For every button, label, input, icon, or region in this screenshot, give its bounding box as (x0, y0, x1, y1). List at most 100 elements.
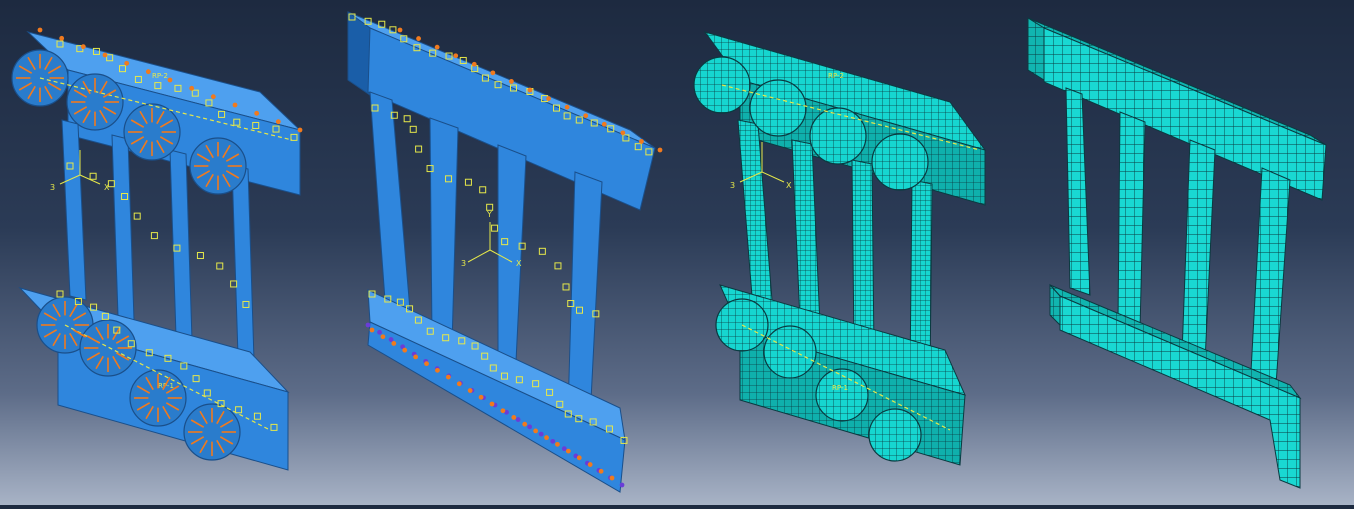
load-point-icon (544, 435, 549, 441)
constraint-marker-icon (538, 247, 546, 255)
constraint-marker-icon (409, 125, 417, 133)
load-point-icon (522, 421, 528, 427)
boundary-condition-icon (550, 438, 556, 444)
boundary-condition-icon (377, 329, 382, 335)
column-mesh (1117, 111, 1146, 331)
load-point-icon (490, 70, 496, 76)
load-point-icon (369, 327, 375, 333)
column (429, 117, 459, 346)
constraint-marker-icon (415, 145, 423, 153)
panel-meshed-frame (1027, 17, 1327, 489)
constraint-marker-icon (196, 252, 204, 260)
load-point-icon (533, 428, 539, 434)
column (111, 134, 135, 321)
load-point-icon (435, 367, 440, 373)
triad-x-label: X (516, 259, 522, 268)
column-mesh (1181, 139, 1216, 363)
load-point-icon (145, 69, 151, 75)
load-point-icon (275, 119, 281, 125)
triad-z-label: 3 (461, 259, 466, 268)
load-point-icon (210, 94, 216, 100)
load-point-icon (413, 354, 419, 360)
constraint-marker-icon (479, 186, 487, 194)
boundary-condition-icon (388, 337, 394, 342)
load-point-icon (102, 52, 108, 58)
column-mesh (851, 159, 875, 353)
reference-point-label: RP-2 (152, 72, 168, 80)
constraint-marker-icon (554, 262, 562, 270)
load-point-icon (576, 455, 582, 461)
load-point-icon (511, 415, 517, 420)
load-point-icon (456, 381, 462, 387)
load-point-icon (598, 468, 604, 474)
load-point-icon (657, 147, 663, 153)
triad-x-label: X (104, 183, 110, 192)
column (497, 144, 527, 383)
boundary-condition-icon (515, 417, 521, 422)
column (567, 171, 603, 421)
constraint-marker-icon (403, 115, 411, 123)
load-point-icon (167, 77, 173, 83)
triad-y-label: Y (486, 210, 492, 219)
column-mesh (1249, 167, 1291, 401)
load-point-icon (527, 87, 533, 93)
load-point-icon (500, 408, 506, 414)
load-point-icon (380, 334, 386, 340)
load-point-icon (254, 110, 260, 116)
column-mesh (1065, 87, 1091, 296)
load-point-icon (424, 361, 429, 367)
load-point-icon (124, 60, 130, 66)
load-point-icon (434, 44, 440, 50)
load-point-icon (583, 113, 589, 119)
column (369, 91, 411, 311)
load-point-icon (555, 441, 560, 447)
constraint-marker-icon (150, 232, 158, 240)
top-beam-mesh-side (1027, 17, 1045, 81)
load-point-icon (471, 61, 477, 67)
model-viewport: RP-2 RP-1 3 X Y 3 X RP-2 RP-1 3 X (0, 0, 1354, 505)
load-point-icon (397, 27, 403, 33)
load-point-icon (564, 104, 570, 110)
load-point-icon (609, 475, 615, 481)
constraint-marker-icon (491, 224, 499, 232)
load-point-icon (297, 127, 303, 133)
load-point-icon (402, 347, 408, 353)
boundary-condition-icon (365, 322, 371, 328)
boundary-condition-icon (538, 431, 544, 437)
panel-meshed-assembly: RP-2 RP-1 3 X (693, 31, 987, 466)
boundary-condition-icon (561, 446, 567, 452)
load-point-icon (453, 53, 459, 59)
load-point-icon (467, 388, 473, 393)
load-point-icon (59, 35, 65, 41)
load-point-icon (478, 394, 484, 400)
triad-z-label: 3 (730, 181, 735, 190)
panel-frame-with-bcs: Y 3 X (347, 11, 663, 493)
column (169, 149, 193, 341)
load-point-icon (565, 448, 571, 454)
load-point-icon (620, 130, 626, 136)
boundary-condition-icon (619, 482, 625, 488)
constraint-marker-icon (216, 262, 224, 270)
model-scene: RP-2 RP-1 3 X Y 3 X RP-2 RP-1 3 X (11, 11, 1327, 493)
load-point-icon (546, 96, 551, 101)
load-point-icon (445, 374, 451, 380)
constraint-marker-icon (89, 172, 97, 180)
load-point-icon (80, 44, 86, 50)
column-mesh (737, 119, 773, 301)
load-point-icon (416, 36, 421, 41)
load-point-icon (509, 79, 514, 84)
top-beam-mesh-face (1043, 27, 1327, 201)
constraint-marker-icon (56, 290, 64, 298)
load-point-icon (601, 121, 607, 127)
load-point-icon (391, 341, 397, 346)
column-mesh (791, 139, 821, 326)
load-point-icon (587, 462, 593, 467)
reference-point-label: RP-1 (832, 384, 848, 392)
reference-point-label: RP-2 (828, 72, 844, 80)
constraint-marker-icon (133, 212, 141, 220)
load-point-icon (639, 139, 644, 144)
constraint-marker-icon (562, 283, 570, 291)
load-point-icon (489, 401, 495, 407)
load-point-icon (189, 85, 195, 91)
column (61, 119, 87, 301)
